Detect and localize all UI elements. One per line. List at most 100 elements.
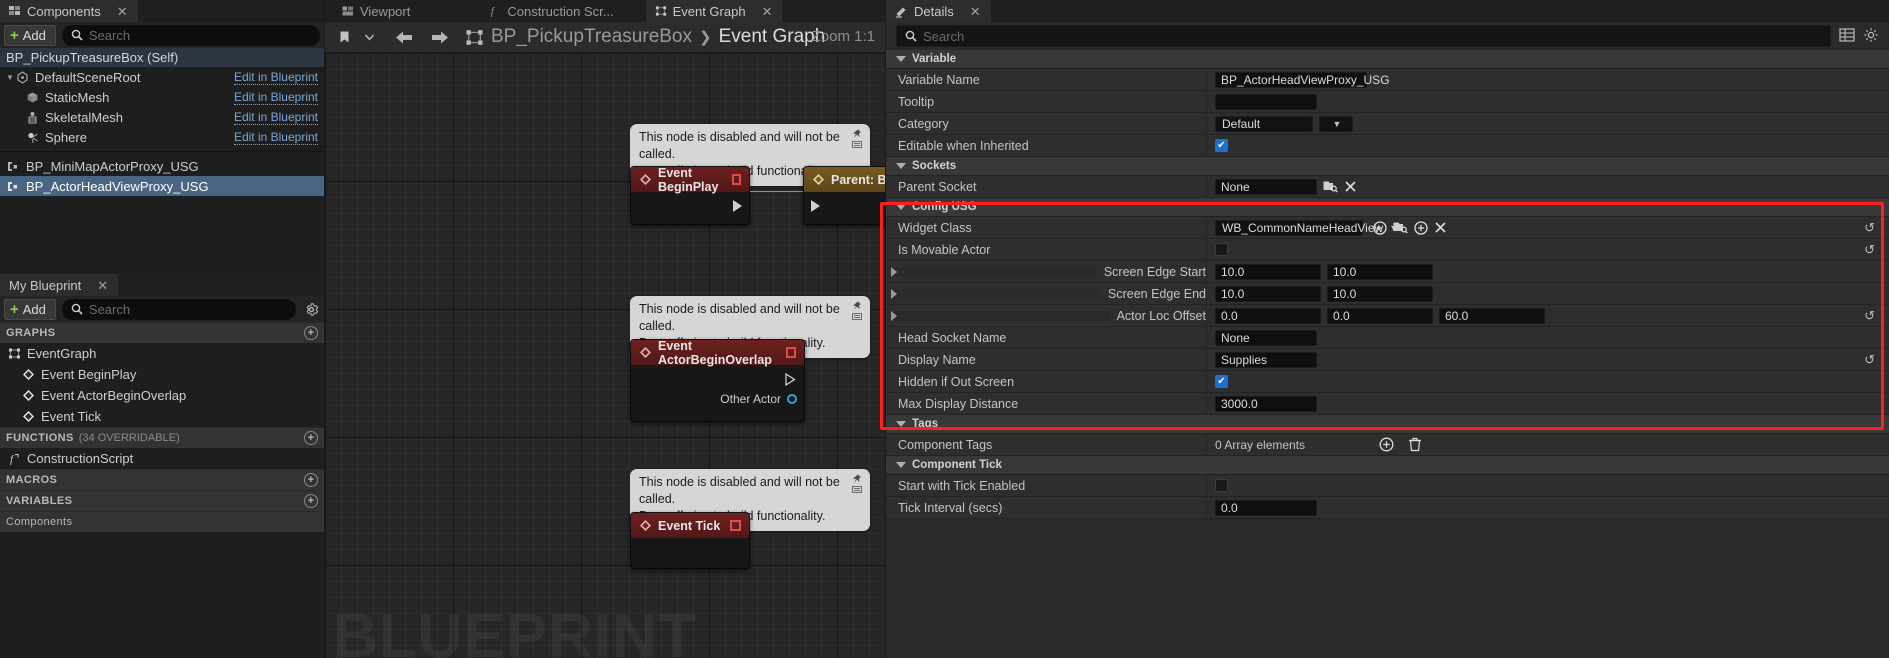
node-exec-out-pin-row[interactable] xyxy=(638,196,742,216)
arrow-right-icon[interactable] xyxy=(429,27,451,47)
add-component-button[interactable]: + Add xyxy=(4,24,56,46)
category-tags[interactable]: Tags xyxy=(886,415,1889,434)
is-movable-actor-checkbox[interactable] xyxy=(1215,243,1228,256)
node-event-tick[interactable]: Event Tick xyxy=(630,512,750,569)
reset-icon[interactable]: ↺ xyxy=(1864,308,1875,324)
caret-down-icon[interactable] xyxy=(896,204,906,210)
screen-edge-start-y-input[interactable]: 10.0 xyxy=(1327,263,1433,280)
max-display-distance-input[interactable]: 3000.0 xyxy=(1215,395,1317,412)
tree-row-skeletalmesh[interactable]: SkeletalMesh Edit in Blueprint xyxy=(0,107,324,127)
list-item-eventgraph[interactable]: EventGraph xyxy=(0,343,324,364)
edit-in-blueprint-link[interactable]: Edit in Blueprint xyxy=(233,90,318,105)
hidden-if-out-screen-checkbox[interactable] xyxy=(1215,375,1228,388)
grid-view-icon[interactable] xyxy=(1839,27,1855,46)
graph-canvas[interactable]: BLUEPRINT This node is disabled and will… xyxy=(325,53,885,658)
display-name-input[interactable]: Supplies xyxy=(1215,351,1317,368)
caret-down-icon[interactable] xyxy=(896,56,906,62)
widget-class-combo[interactable]: WB_CommonNameHeadView ▼ xyxy=(1215,219,1398,236)
browse-icon[interactable] xyxy=(1323,180,1338,193)
tab-components[interactable]: Components ✕ xyxy=(0,0,138,22)
category-combo[interactable]: Default xyxy=(1215,115,1313,132)
screen-edge-start-x-input[interactable]: 10.0 xyxy=(1215,263,1321,280)
category-component-tick[interactable]: Component Tick xyxy=(886,456,1889,475)
exec-out-pin[interactable] xyxy=(785,372,797,386)
arrow-left-icon[interactable] xyxy=(393,27,415,47)
tree-row-actorheadview-proxy[interactable]: BP_ActorHeadViewProxy_USG xyxy=(0,176,324,196)
clear-icon[interactable] xyxy=(1434,221,1447,234)
list-item-event-tick[interactable]: Event Tick xyxy=(0,406,324,427)
list-item-event-actorbeginoverlap[interactable]: Event ActorBeginOverlap xyxy=(0,385,324,406)
details-search-input[interactable]: Search xyxy=(896,25,1831,47)
category-combo-dropdown[interactable]: ▼ xyxy=(1319,115,1353,132)
add-function-icon[interactable]: + xyxy=(304,431,318,445)
actor-loc-offset-y-input[interactable]: 0.0 xyxy=(1327,307,1433,324)
variable-name-input[interactable]: BP_ActorHeadViewProxy_USG xyxy=(1215,71,1390,88)
caret-right-icon[interactable] xyxy=(891,266,1097,277)
tab-event-graph[interactable]: Event Graph ✕ xyxy=(645,0,783,22)
category-variable[interactable]: Variable xyxy=(886,50,1889,69)
category-config-usg[interactable]: Config USG xyxy=(886,198,1889,217)
exec-in-pin[interactable] xyxy=(811,200,820,212)
caret-down-icon[interactable] xyxy=(896,163,906,169)
edit-in-blueprint-link[interactable]: Edit in Blueprint xyxy=(233,110,318,125)
list-item-event-beginplay[interactable]: Event BeginPlay xyxy=(0,364,324,385)
tree-row-sphere[interactable]: Sphere Edit in Blueprint xyxy=(0,127,324,147)
bookmark-icon[interactable] xyxy=(333,27,355,47)
list-item-constructionscript[interactable]: f ConstructionScript xyxy=(0,448,324,469)
object-out-pin[interactable] xyxy=(787,394,797,404)
tree-row-minimap-proxy[interactable]: BP_MiniMapActorProxy_USG xyxy=(0,156,324,176)
chevron-down-icon[interactable]: ▼ xyxy=(6,73,16,82)
browse-icon[interactable] xyxy=(1393,221,1408,234)
add-blueprint-item-button[interactable]: + Add xyxy=(4,298,56,320)
edit-in-blueprint-link[interactable]: Edit in Blueprint xyxy=(233,70,318,85)
category-sockets[interactable]: Sockets xyxy=(886,157,1889,176)
new-asset-icon[interactable] xyxy=(1414,220,1428,235)
tab-construction-script[interactable]: f Construction Scr... xyxy=(480,0,624,22)
close-icon[interactable]: ✕ xyxy=(762,5,773,18)
head-socket-name-input[interactable]: None xyxy=(1215,329,1317,346)
note-pin-icons[interactable] xyxy=(850,474,862,525)
start-with-tick-enabled-checkbox[interactable] xyxy=(1215,479,1228,492)
add-macro-icon[interactable]: + xyxy=(304,473,318,487)
close-icon[interactable]: ✕ xyxy=(97,279,108,292)
edit-in-blueprint-link[interactable]: Edit in Blueprint xyxy=(233,130,318,145)
caret-right-icon[interactable] xyxy=(891,288,1101,299)
reset-icon[interactable]: ↺ xyxy=(1864,220,1875,236)
caret-down-icon[interactable] xyxy=(896,462,906,468)
note-pin-icons[interactable] xyxy=(850,301,862,352)
caret-down-icon[interactable] xyxy=(896,421,906,427)
editable-when-inherited-checkbox[interactable] xyxy=(1215,139,1228,152)
tree-row-self[interactable]: BP_PickupTreasureBox (Self) xyxy=(0,48,324,67)
actor-loc-offset-z-input[interactable]: 60.0 xyxy=(1439,307,1545,324)
tree-row-defaultsceneroot[interactable]: ▼ DefaultSceneRoot Edit in Blueprint xyxy=(0,67,324,87)
clear-icon[interactable] xyxy=(1344,180,1357,193)
tree-row-staticmesh[interactable]: StaticMesh Edit in Blueprint xyxy=(0,87,324,107)
tab-details[interactable]: Details ✕ xyxy=(886,0,991,22)
node-event-beginplay[interactable]: Event BeginPlay xyxy=(630,166,750,225)
tick-interval-input[interactable]: 0.0 xyxy=(1215,499,1317,516)
node-exec-in-pin-row[interactable] xyxy=(811,196,885,216)
reset-icon[interactable]: ↺ xyxy=(1864,352,1875,368)
close-icon[interactable]: ✕ xyxy=(970,5,981,18)
add-graph-icon[interactable]: + xyxy=(304,326,318,340)
tab-my-blueprint[interactable]: My Blueprint ✕ xyxy=(0,274,119,296)
node-parent-beginplay[interactable]: Parent: Begi xyxy=(803,166,885,225)
gear-icon[interactable] xyxy=(1863,27,1879,46)
tab-viewport[interactable]: Viewport xyxy=(333,0,421,22)
screen-edge-end-y-input[interactable]: 10.0 xyxy=(1327,285,1433,302)
components-search-input[interactable]: Search xyxy=(61,24,320,46)
tooltip-input[interactable] xyxy=(1215,93,1317,110)
node-other-actor-pin-row[interactable]: Other Actor xyxy=(638,389,797,409)
exec-out-pin[interactable] xyxy=(733,200,742,212)
breadcrumb-leaf[interactable]: Event Graph xyxy=(719,26,826,48)
node-event-actorbeginoverlap[interactable]: Event ActorBeginOverlap Other Actor xyxy=(630,339,805,422)
caret-right-icon[interactable] xyxy=(891,310,1110,321)
use-selected-icon[interactable] xyxy=(1373,220,1387,235)
add-element-icon[interactable] xyxy=(1379,437,1394,452)
my-blueprint-search-input[interactable]: Search xyxy=(61,298,296,320)
screen-edge-end-x-input[interactable]: 10.0 xyxy=(1215,285,1321,302)
breadcrumb-root[interactable]: BP_PickupTreasureBox xyxy=(491,26,692,48)
gear-icon[interactable] xyxy=(302,300,320,318)
delete-icon[interactable] xyxy=(1408,437,1422,452)
add-variable-icon[interactable]: + xyxy=(304,494,318,508)
